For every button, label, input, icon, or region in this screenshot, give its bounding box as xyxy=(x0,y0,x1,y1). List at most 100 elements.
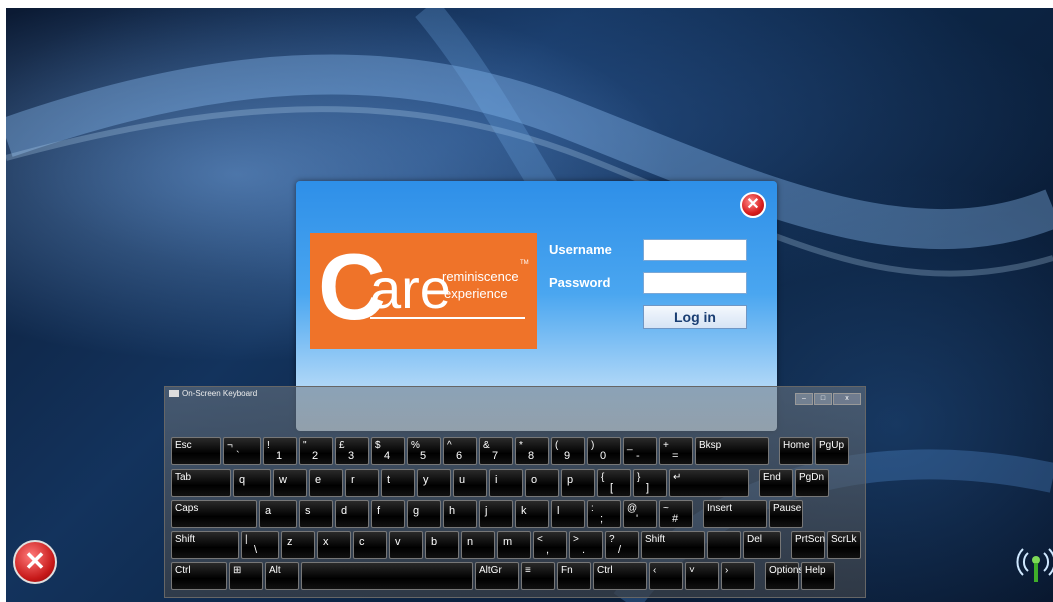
key-4-5[interactable]: ≡ xyxy=(521,562,555,590)
key-3-4[interactable]: c xyxy=(353,531,387,559)
key-label: PrtScn xyxy=(795,534,826,545)
key-3-15[interactable]: PrtScn xyxy=(791,531,825,559)
key-1-10[interactable]: p xyxy=(561,469,595,497)
key-2-3[interactable]: d xyxy=(335,500,369,528)
key-2-8[interactable]: k xyxy=(515,500,549,528)
key-4-1[interactable]: ⊞ xyxy=(229,562,263,590)
key-2-10[interactable]: :; xyxy=(587,500,621,528)
key-3-13[interactable] xyxy=(707,531,741,559)
key-1-5[interactable]: t xyxy=(381,469,415,497)
key-4-3[interactable] xyxy=(301,562,473,590)
key-label: ScrLk xyxy=(831,534,857,545)
key-2-1[interactable]: a xyxy=(259,500,297,528)
minimize-button[interactable]: – xyxy=(795,393,813,405)
key-secondary-label: \ xyxy=(254,544,258,556)
key-1-3[interactable]: e xyxy=(309,469,343,497)
key-3-3[interactable]: x xyxy=(317,531,351,559)
key-0-1[interactable]: ¬ ` xyxy=(223,437,261,465)
key-1-2[interactable]: w xyxy=(273,469,307,497)
key-0-13[interactable]: + = xyxy=(659,437,693,465)
key-secondary-label: 1 xyxy=(276,450,283,462)
exit-icon[interactable]: ✕ xyxy=(13,540,57,584)
key-0-8[interactable]: & 7 xyxy=(479,437,513,465)
signal-icon[interactable] xyxy=(1016,545,1053,583)
key-2-0[interactable]: Caps xyxy=(171,500,257,528)
key-3-7[interactable]: n xyxy=(461,531,495,559)
key-1-11[interactable]: {[ xyxy=(597,469,631,497)
key-2-2[interactable]: s xyxy=(299,500,333,528)
key-0-10[interactable]: (9 xyxy=(551,437,585,465)
key-2-11[interactable]: @ ' xyxy=(623,500,657,528)
key-2-7[interactable]: j xyxy=(479,500,513,528)
key-4-4[interactable]: AltGr xyxy=(475,562,519,590)
key-2-13[interactable]: Insert xyxy=(703,500,767,528)
key-1-8[interactable]: i xyxy=(489,469,523,497)
key-4-7[interactable]: Ctrl xyxy=(593,562,647,590)
key-label: * xyxy=(519,440,523,451)
key-0-14[interactable]: Bksp xyxy=(695,437,769,465)
key-1-9[interactable]: o xyxy=(525,469,559,497)
key-0-12[interactable]: _ - xyxy=(623,437,657,465)
key-0-6[interactable]: % 5 xyxy=(407,437,441,465)
username-input[interactable] xyxy=(643,239,747,261)
key-3-2[interactable]: z xyxy=(281,531,315,559)
key-3-12[interactable]: Shift xyxy=(641,531,705,559)
key-4-11[interactable]: Options xyxy=(765,562,803,590)
key-1-1[interactable]: q xyxy=(233,469,271,497)
key-0-3[interactable]: " 2 xyxy=(299,437,333,465)
key-4-9[interactable]: ˅ xyxy=(685,562,719,590)
key-0-11[interactable]: ) 0 xyxy=(587,437,621,465)
key-2-6[interactable]: h xyxy=(443,500,477,528)
key-secondary-label: - xyxy=(636,450,640,462)
key-label: Caps xyxy=(175,503,199,514)
key-4-6[interactable]: Fn xyxy=(557,562,591,590)
key-2-12[interactable]: ~ # xyxy=(659,500,693,528)
key-label: Ctrl xyxy=(175,565,191,576)
maximize-button[interactable]: □ xyxy=(814,393,832,405)
password-input[interactable] xyxy=(643,272,747,294)
key-4-8[interactable]: ‹ xyxy=(649,562,683,590)
key-0-0[interactable]: Esc xyxy=(171,437,221,465)
key-0-5[interactable]: $4 xyxy=(371,437,405,465)
key-3-16[interactable]: ScrLk xyxy=(827,531,861,559)
key-1-7[interactable]: u xyxy=(453,469,487,497)
close-icon[interactable]: ✕ xyxy=(740,192,766,218)
key-2-14[interactable]: Pause xyxy=(769,500,803,528)
key-3-10[interactable]: >. xyxy=(569,531,603,559)
key-2-9[interactable]: l xyxy=(551,500,585,528)
key-4-0[interactable]: Ctrl xyxy=(171,562,227,590)
key-4-10[interactable]: › xyxy=(721,562,755,590)
key-2-4[interactable]: f xyxy=(371,500,405,528)
key-3-11[interactable]: ? / xyxy=(605,531,639,559)
key-4-12[interactable]: Help xyxy=(801,562,835,590)
key-1-6[interactable]: y xyxy=(417,469,451,497)
key-label: ? xyxy=(609,534,615,545)
password-label: Password xyxy=(549,275,611,290)
login-button[interactable]: Log in xyxy=(643,305,747,329)
key-2-5[interactable]: g xyxy=(407,500,441,528)
key-1-14[interactable]: End xyxy=(759,469,793,497)
key-0-2[interactable]: ! 1 xyxy=(263,437,297,465)
key-0-4[interactable]: £3 xyxy=(335,437,369,465)
key-3-8[interactable]: m xyxy=(497,531,531,559)
key-0-15[interactable]: Home xyxy=(779,437,813,465)
key-3-6[interactable]: b xyxy=(425,531,459,559)
key-1-13[interactable]: ↵ xyxy=(669,469,749,497)
key-label: AltGr xyxy=(479,565,502,576)
key-secondary-label: ; xyxy=(600,513,604,525)
key-3-5[interactable]: v xyxy=(389,531,423,559)
key-0-16[interactable]: PgUp xyxy=(815,437,849,465)
key-1-4[interactable]: r xyxy=(345,469,379,497)
key-0-9[interactable]: * 8 xyxy=(515,437,549,465)
key-0-7[interactable]: ^ 6 xyxy=(443,437,477,465)
close-keyboard-button[interactable]: x xyxy=(833,393,861,405)
key-1-0[interactable]: Tab xyxy=(171,469,231,497)
key-label: % xyxy=(411,440,420,451)
key-1-15[interactable]: PgDn xyxy=(795,469,829,497)
key-3-0[interactable]: Shift xyxy=(171,531,239,559)
key-3-1[interactable]: | \ xyxy=(241,531,279,559)
key-4-2[interactable]: Alt xyxy=(265,562,299,590)
key-3-9[interactable]: <, xyxy=(533,531,567,559)
key-3-14[interactable]: Del xyxy=(743,531,781,559)
key-1-12[interactable]: }] xyxy=(633,469,667,497)
